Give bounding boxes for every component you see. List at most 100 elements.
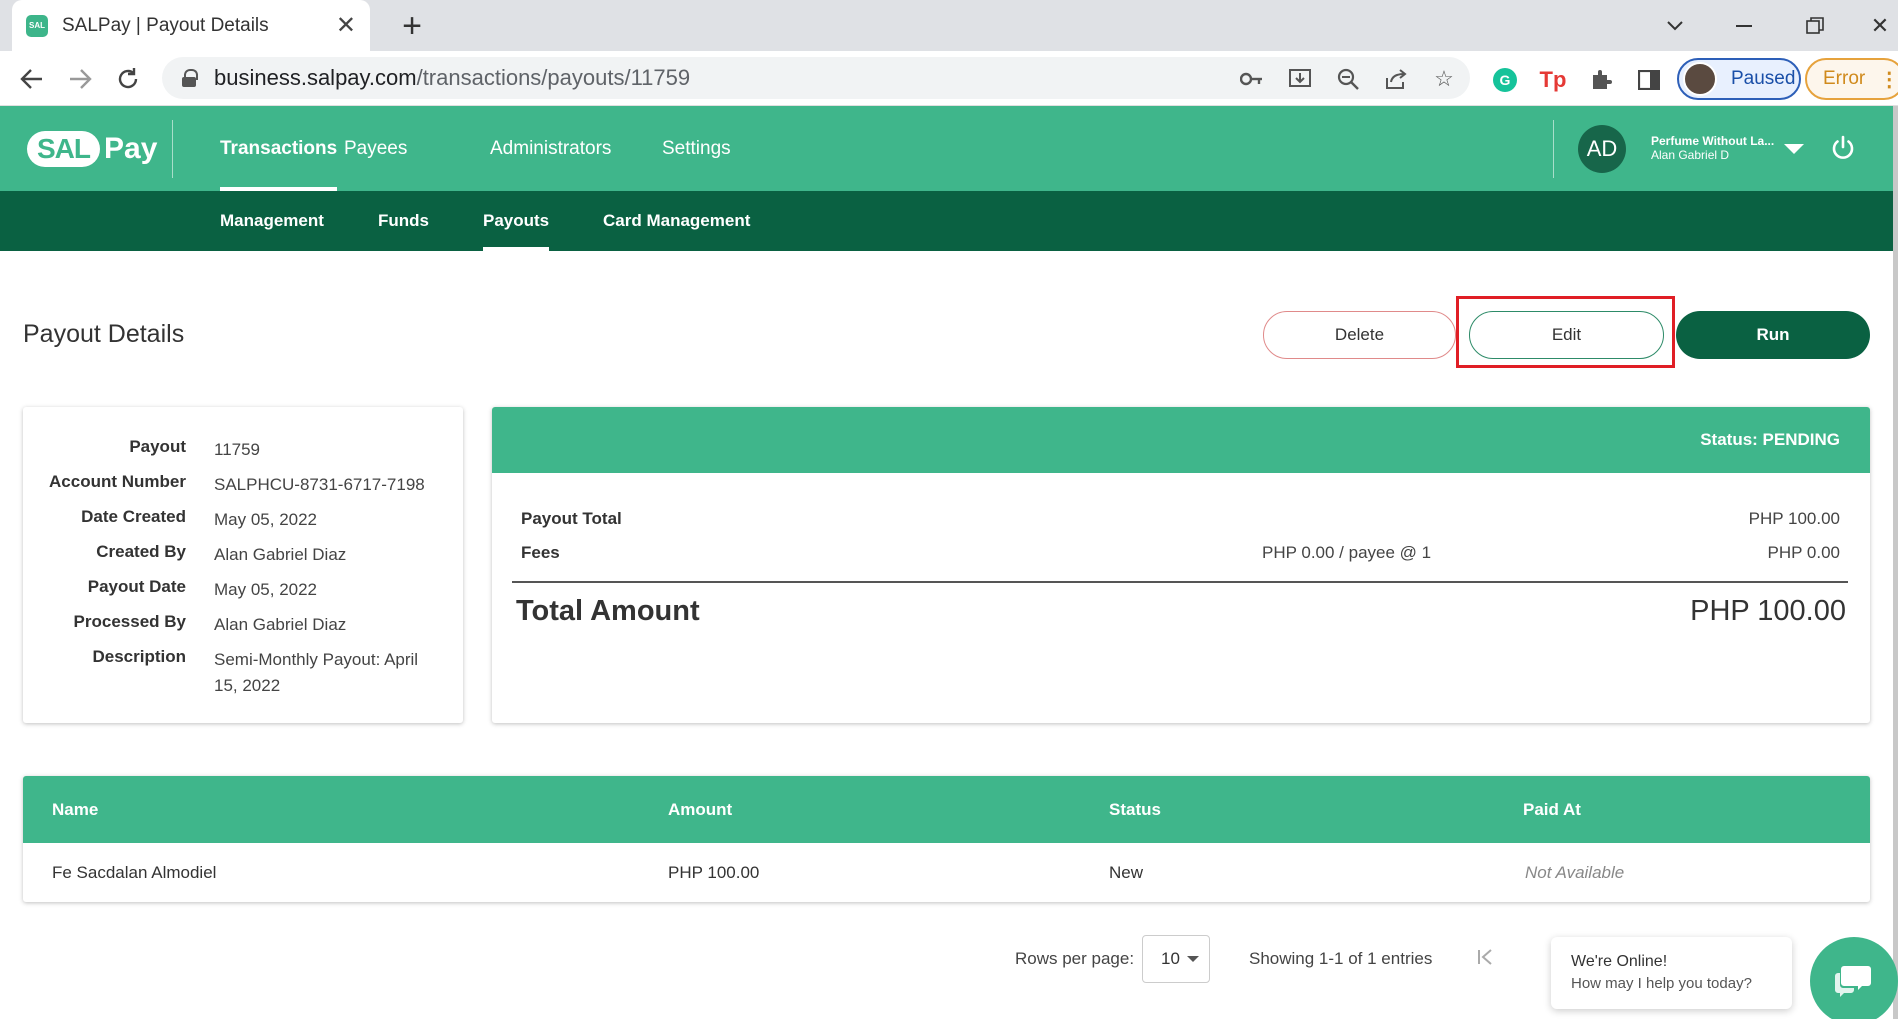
minimize-icon[interactable] — [1720, 6, 1770, 46]
column-header-amount[interactable]: Amount — [668, 800, 732, 820]
address-bar[interactable]: business.salpay.com/transactions/payouts… — [162, 57, 1470, 99]
detail-value: Alan Gabriel Diaz — [214, 615, 347, 634]
payout-details-card: Payout 11759 Account Number SALPHCU-8731… — [23, 407, 463, 723]
nav-payees[interactable]: Payees — [344, 106, 407, 191]
column-header-name[interactable]: Name — [52, 800, 98, 820]
detail-label: Payout — [129, 437, 186, 456]
total-amount-label: Total Amount — [516, 595, 700, 627]
cell-amount: PHP 100.00 — [668, 863, 760, 882]
browser-tab[interactable]: SAL SALPay | Payout Details ✕ — [12, 0, 370, 51]
caret-down-icon — [1187, 956, 1199, 962]
avatar — [1683, 62, 1717, 96]
extensions-icon[interactable] — [1585, 64, 1617, 96]
share-icon[interactable] — [1382, 65, 1410, 93]
status-badge: Status: PENDING — [1700, 430, 1840, 449]
user-name: Alan Gabriel D — [1651, 148, 1730, 162]
column-header-status[interactable]: Status — [1109, 800, 1161, 820]
run-button[interactable]: Run — [1676, 311, 1870, 359]
detail-label: Description — [92, 647, 186, 666]
tab-close-icon[interactable]: ✕ — [336, 11, 356, 40]
reload-icon[interactable] — [108, 59, 148, 99]
detail-label: Payout Date — [87, 577, 186, 596]
chat-icon — [1810, 937, 1898, 1019]
error-button[interactable]: Error ⋮ — [1805, 58, 1898, 100]
divider — [172, 120, 173, 178]
first-page-icon[interactable] — [1477, 948, 1495, 971]
cell-status: New — [1109, 863, 1144, 882]
rows-per-page-value: 10 — [1161, 949, 1180, 968]
new-tab-icon[interactable]: + — [392, 6, 432, 46]
fees-value: PHP 0.00 — [1767, 543, 1840, 562]
zoom-out-icon[interactable] — [1334, 65, 1362, 93]
grammarly-icon[interactable]: G — [1489, 64, 1521, 96]
subnav-card-management[interactable]: Card Management — [603, 191, 750, 251]
payout-summary-card: Status: PENDING Payout Total PHP 100.00 … — [492, 407, 1870, 723]
detail-value: SALPHCU-8731-6717-7198 — [214, 475, 425, 494]
browser-toolbar: business.salpay.com/transactions/payouts… — [0, 51, 1898, 106]
fees-detail: PHP 0.00 / payee @ 1 — [1262, 543, 1432, 562]
user-avatar[interactable]: AD — [1578, 125, 1626, 173]
detail-label: Created By — [96, 542, 186, 561]
kebab-icon[interactable]: ⋮ — [1879, 67, 1898, 92]
delete-button[interactable]: Delete — [1263, 311, 1456, 359]
install-icon[interactable] — [1286, 65, 1314, 93]
chat-launcher-button[interactable] — [1810, 937, 1898, 1019]
detail-label: Account Number — [49, 472, 186, 491]
profile-button[interactable]: Paused — [1677, 58, 1801, 100]
detail-value: Semi-Monthly Payout: April 15, 2022 — [214, 650, 419, 695]
chat-title: We're Online! — [1571, 953, 1668, 970]
profile-status: Paused — [1731, 68, 1796, 89]
tab-title: SALPay | Payout Details — [62, 14, 269, 36]
column-header-paid-at[interactable]: Paid At — [1523, 800, 1581, 820]
edit-highlight-box — [1456, 296, 1675, 368]
fees-label: Fees — [521, 543, 560, 562]
entries-summary: Showing 1-1 of 1 entries — [1249, 949, 1433, 968]
cell-paid-at: Not Available — [1525, 863, 1625, 882]
browser-tab-strip: SAL SALPay | Payout Details ✕ + ✕ — [0, 0, 1898, 51]
page-scrollbar[interactable] — [1893, 106, 1898, 1019]
detail-value: May 05, 2022 — [214, 510, 318, 529]
cell-name: Fe Sacdalan Almodiel — [52, 863, 217, 882]
salpay-favicon-icon: SAL — [26, 14, 48, 37]
app-header: SAL Pay Transactions Payees Administrato… — [0, 106, 1898, 191]
chevron-down-icon[interactable] — [1784, 144, 1804, 154]
page-title: Payout Details — [23, 320, 185, 348]
subnav-management[interactable]: Management — [220, 191, 324, 251]
nav-transactions[interactable]: Transactions — [220, 106, 338, 191]
back-icon[interactable] — [12, 59, 52, 99]
detail-label: Processed By — [73, 612, 186, 631]
table-header: Name Amount Status Paid At — [23, 776, 1870, 843]
subnav-funds[interactable]: Funds — [378, 191, 429, 251]
svg-text:G: G — [1500, 72, 1511, 88]
star-icon[interactable]: ☆ — [1430, 65, 1458, 93]
power-icon[interactable] — [1829, 134, 1857, 162]
subnav-payouts[interactable]: Payouts — [483, 191, 550, 251]
restore-icon[interactable] — [1790, 6, 1840, 46]
payout-total-value: PHP 100.00 — [1748, 509, 1840, 528]
tp-icon[interactable]: Tp — [1537, 64, 1569, 96]
user-company: Perfume Without La... — [1651, 134, 1775, 148]
nav-settings[interactable]: Settings — [662, 106, 731, 191]
error-label: Error — [1823, 68, 1866, 89]
tab-search-icon[interactable] — [1650, 6, 1700, 46]
divider — [512, 581, 1848, 583]
close-window-icon[interactable]: ✕ — [1855, 6, 1898, 46]
salpay-logo[interactable]: SAL Pay — [27, 126, 157, 172]
url-text: business.salpay.com/transactions/payouts… — [214, 65, 691, 90]
nav-administrators[interactable]: Administrators — [490, 106, 611, 191]
detail-value: 11759 — [214, 440, 261, 459]
side-panel-icon[interactable] — [1633, 64, 1665, 96]
key-icon[interactable] — [1238, 65, 1266, 93]
detail-label: Date Created — [81, 507, 186, 526]
detail-value: Alan Gabriel Diaz — [214, 545, 347, 564]
payees-table: Name Amount Status Paid At Fe Sacdalan A… — [23, 776, 1870, 902]
forward-icon[interactable] — [60, 59, 100, 99]
rows-per-page-label: Rows per page: — [1015, 949, 1135, 968]
chat-subtitle: How may I help you today? — [1571, 975, 1752, 992]
lock-icon — [182, 69, 198, 87]
detail-value: May 05, 2022 — [214, 580, 318, 599]
chat-greeting-bubble[interactable]: We're Online! How may I help you today? — [1551, 937, 1792, 1009]
summary-header: Status: PENDING — [492, 407, 1870, 473]
divider — [1553, 120, 1554, 178]
rows-per-page-select[interactable]: 10 — [1142, 935, 1210, 983]
